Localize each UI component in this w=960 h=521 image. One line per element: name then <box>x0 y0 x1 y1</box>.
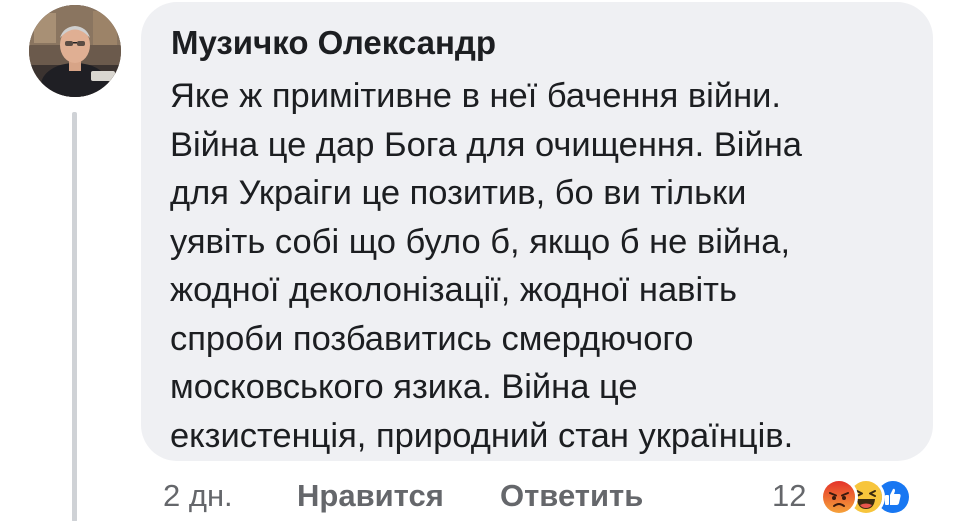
comment-author[interactable]: Музичко Олександр <box>171 24 496 62</box>
comment-bubble: Музичко Олександр Яке ж примітивне в неї… <box>141 2 933 461</box>
avatar[interactable] <box>29 5 121 97</box>
reply-button[interactable]: Ответить <box>500 472 643 520</box>
comment-text-line: московського язика. Війна це <box>170 368 638 406</box>
comment-text-line: Яке ж примітивне в неї бачення війни. <box>170 77 782 115</box>
comment-frame: Музичко Олександр Яке ж примітивне в неї… <box>0 0 960 521</box>
comment-timestamp[interactable]: 2 дн. <box>163 472 233 520</box>
comment-actions: 2 дн. Нравится Ответить 12 <box>163 472 943 520</box>
reaction-count: 12 <box>772 478 807 513</box>
comment-text: Яке ж примітивне в неї бачення війни. Ві… <box>170 72 910 460</box>
comment-text-line: для Украіги це позитив, бо ви тільки <box>170 174 747 212</box>
comment-text-line: уявіть собі що було б, якщо б не війна, <box>170 222 791 261</box>
comment-text-line: спроби позбавитись смердючого <box>170 319 694 358</box>
comment-text-line: жодної деколонізації, жодної навіть <box>170 271 737 309</box>
avatar-photo <box>29 5 121 97</box>
comment-text-line: Війна це дар Бога для очищення. Війна <box>170 125 802 164</box>
comment-text-line: екзистенція, природний стан українців. <box>170 416 794 455</box>
angry-icon <box>820 478 858 516</box>
thread-line <box>72 112 77 521</box>
like-button[interactable]: Нравится <box>297 472 444 520</box>
